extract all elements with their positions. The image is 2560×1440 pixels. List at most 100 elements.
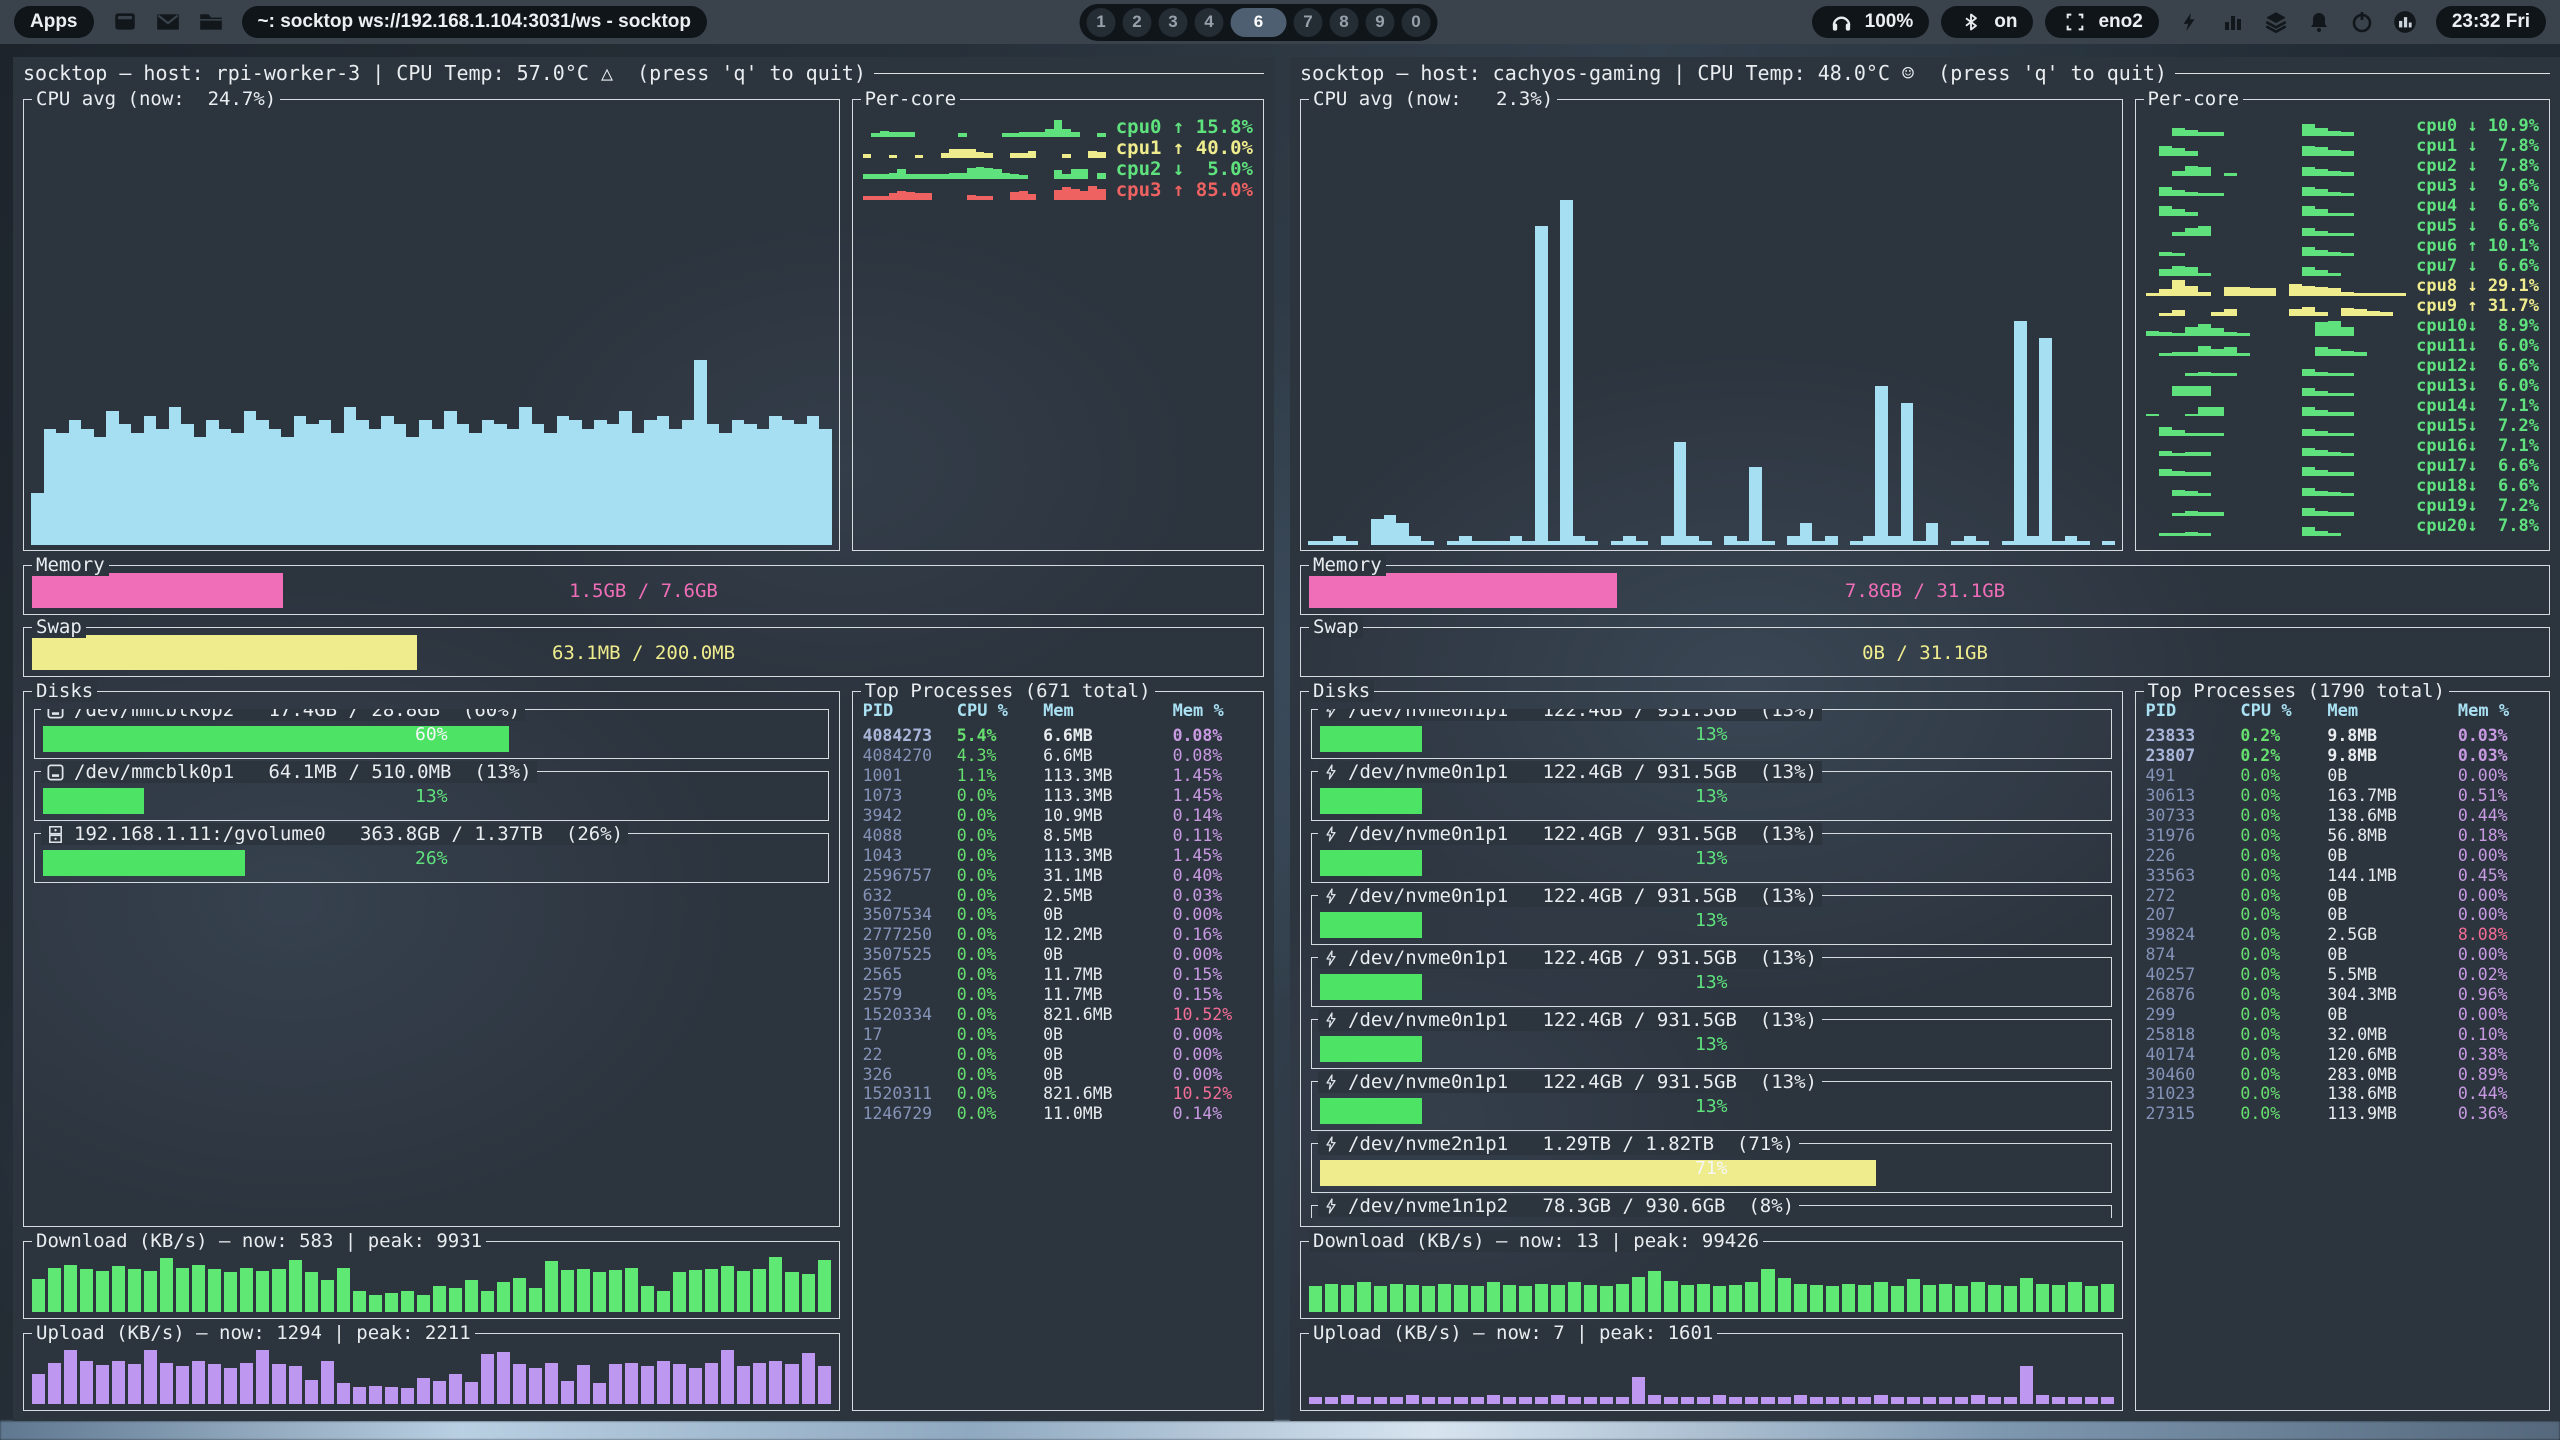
process-row: 2070.0%0B0.00% xyxy=(2146,905,2542,925)
folder-icon[interactable] xyxy=(196,8,226,36)
workspace-switcher: 123467890 xyxy=(1080,4,1438,41)
hist-bar xyxy=(256,1271,269,1312)
process-row: 402570.0%5.5MB0.02% xyxy=(2146,965,2542,985)
terminal-left[interactable]: socktop — host: rpi-worker-3 | CPU Temp:… xyxy=(13,57,1274,1421)
hist-bar xyxy=(1341,1285,1354,1312)
spark-bar xyxy=(2302,206,2315,216)
per-core-list: cpu0 ↑ 15.8%cpu1 ↑ 40.0%cpu2 ↓ 5.0%cpu3 … xyxy=(863,116,1253,542)
process-cell: 0.11% xyxy=(1173,826,1255,845)
hist-bar xyxy=(2101,1284,2114,1313)
workspace-button-6[interactable]: 6 xyxy=(1231,8,1287,37)
spark-bar xyxy=(915,193,924,200)
core-label: cpu5 ↓ 6.6% xyxy=(2416,216,2539,236)
process-cell: 283.0MB xyxy=(2327,1065,2458,1084)
download-histogram xyxy=(1309,1255,2114,1312)
process-col-header: CPU % xyxy=(2240,701,2327,721)
hist-bar xyxy=(1600,1397,1613,1404)
hist-bar xyxy=(369,1386,382,1404)
workspace-button-0[interactable]: 0 xyxy=(1402,8,1431,37)
spark-bar xyxy=(1045,129,1054,137)
disk-list: /dev/nvme0n1p1 122.4GB / 931.5GB (13%)13… xyxy=(1311,709,2112,1218)
process-row: 238070.2%9.8MB0.03% xyxy=(2146,746,2542,766)
network-indicator[interactable]: eno2 xyxy=(2045,6,2158,38)
hist-bar xyxy=(1548,541,1561,545)
hist-bar xyxy=(1858,1397,1871,1404)
spark-bar xyxy=(2185,327,2198,336)
hist-bar xyxy=(1907,1397,1920,1404)
hist-bar xyxy=(707,424,720,545)
spark-bar xyxy=(1071,189,1080,200)
power-icon[interactable] xyxy=(2347,8,2377,36)
spark-bar xyxy=(958,149,967,158)
hist-bar xyxy=(244,411,257,545)
process-cell: 0.00% xyxy=(2458,846,2541,865)
process-cell: 1520311 xyxy=(863,1084,957,1103)
hist-bar xyxy=(497,1282,510,1312)
activity-icon[interactable] xyxy=(2390,8,2420,36)
process-cell: 25818 xyxy=(2146,1025,2241,1044)
disk-entry: /dev/nvme0n1p1 122.4GB / 931.5GB (13%)13… xyxy=(1311,771,2112,821)
hist-bar xyxy=(794,424,807,545)
process-cell: 163.7MB xyxy=(2327,786,2458,805)
spark-bar xyxy=(967,195,976,200)
workspace-button-4[interactable]: 4 xyxy=(1195,8,1224,37)
spark-bar xyxy=(2172,128,2185,136)
hist-bar xyxy=(1787,536,1800,545)
core-sparkline xyxy=(2146,299,2407,316)
spark-bar xyxy=(2315,147,2328,156)
hist-bar xyxy=(757,429,770,545)
volume-indicator[interactable]: 100% xyxy=(1812,6,1930,38)
workspace-button-1[interactable]: 1 xyxy=(1087,8,1116,37)
bluetooth-indicator[interactable]: on xyxy=(1941,6,2033,38)
hist-bar xyxy=(1447,541,1460,545)
apps-button[interactable]: Apps xyxy=(14,6,94,38)
hist-bar xyxy=(1686,536,1699,545)
layers-icon[interactable] xyxy=(2261,8,2291,36)
mail-icon[interactable] xyxy=(153,8,183,36)
process-cell: 0.0% xyxy=(957,905,1043,924)
upload-panel: Upload (KB/s) — now: 7 | peak: 1601 xyxy=(1300,1333,2123,1411)
spark-bar xyxy=(923,193,932,200)
hist-bar xyxy=(569,420,582,545)
bolt-icon[interactable] xyxy=(2175,8,2205,36)
hist-bar xyxy=(1858,1285,1871,1312)
workspace-button-8[interactable]: 8 xyxy=(1330,8,1359,37)
active-window-title[interactable]: ~: socktop ws://192.168.1.104:3031/ws - … xyxy=(242,6,708,38)
process-cell: 0B xyxy=(1043,1045,1173,1064)
workspace-button-9[interactable]: 9 xyxy=(1366,8,1395,37)
window-icon[interactable] xyxy=(110,8,140,36)
workspace-button-7[interactable]: 7 xyxy=(1294,8,1323,37)
workspace-button-2[interactable]: 2 xyxy=(1123,8,1152,37)
process-cell: 0.03% xyxy=(2458,746,2541,765)
process-cell: 0.00% xyxy=(1173,1045,1255,1064)
terminal-right[interactable]: socktop — host: cachyos-gaming | CPU Tem… xyxy=(1290,57,2560,1421)
core-label: cpu2 ↓ 7.8% xyxy=(2416,156,2539,176)
workspace-button-3[interactable]: 3 xyxy=(1159,8,1188,37)
nas-icon xyxy=(46,825,65,844)
clock[interactable]: 23:32 Fri xyxy=(2436,6,2546,38)
bell-icon[interactable] xyxy=(2304,8,2334,36)
spark-bar xyxy=(1019,191,1028,200)
hist-bar xyxy=(1623,536,1636,545)
disk-title: /dev/mmcblk0p1 64.1MB / 510.0MB (13%) xyxy=(41,761,537,783)
process-cell: 0B xyxy=(2327,945,2458,964)
hist-bar xyxy=(593,1272,606,1312)
hist-bar xyxy=(609,1270,622,1312)
hist-bar xyxy=(356,420,369,545)
hist-bar xyxy=(321,1361,334,1404)
spark-bar xyxy=(2198,167,2211,176)
levels-icon[interactable] xyxy=(2218,8,2248,36)
process-cell: 30733 xyxy=(2146,806,2241,825)
process-cell: 0.89% xyxy=(2458,1065,2541,1084)
hist-bar xyxy=(1632,1377,1645,1404)
cpu-avg-panel: CPU avg (now: 2.3%) xyxy=(1300,99,2123,551)
hist-bar xyxy=(1374,1397,1387,1404)
hist-bar xyxy=(657,1361,670,1404)
disk-percent-label: 13% xyxy=(1312,724,2111,745)
hist-bar xyxy=(577,1365,590,1404)
hist-bar xyxy=(2085,1286,2098,1312)
process-row: 2720.0%0B0.00% xyxy=(2146,885,2542,905)
spark-bar xyxy=(2302,488,2315,496)
hist-bar xyxy=(1988,1285,2001,1312)
hist-bar xyxy=(582,429,595,545)
